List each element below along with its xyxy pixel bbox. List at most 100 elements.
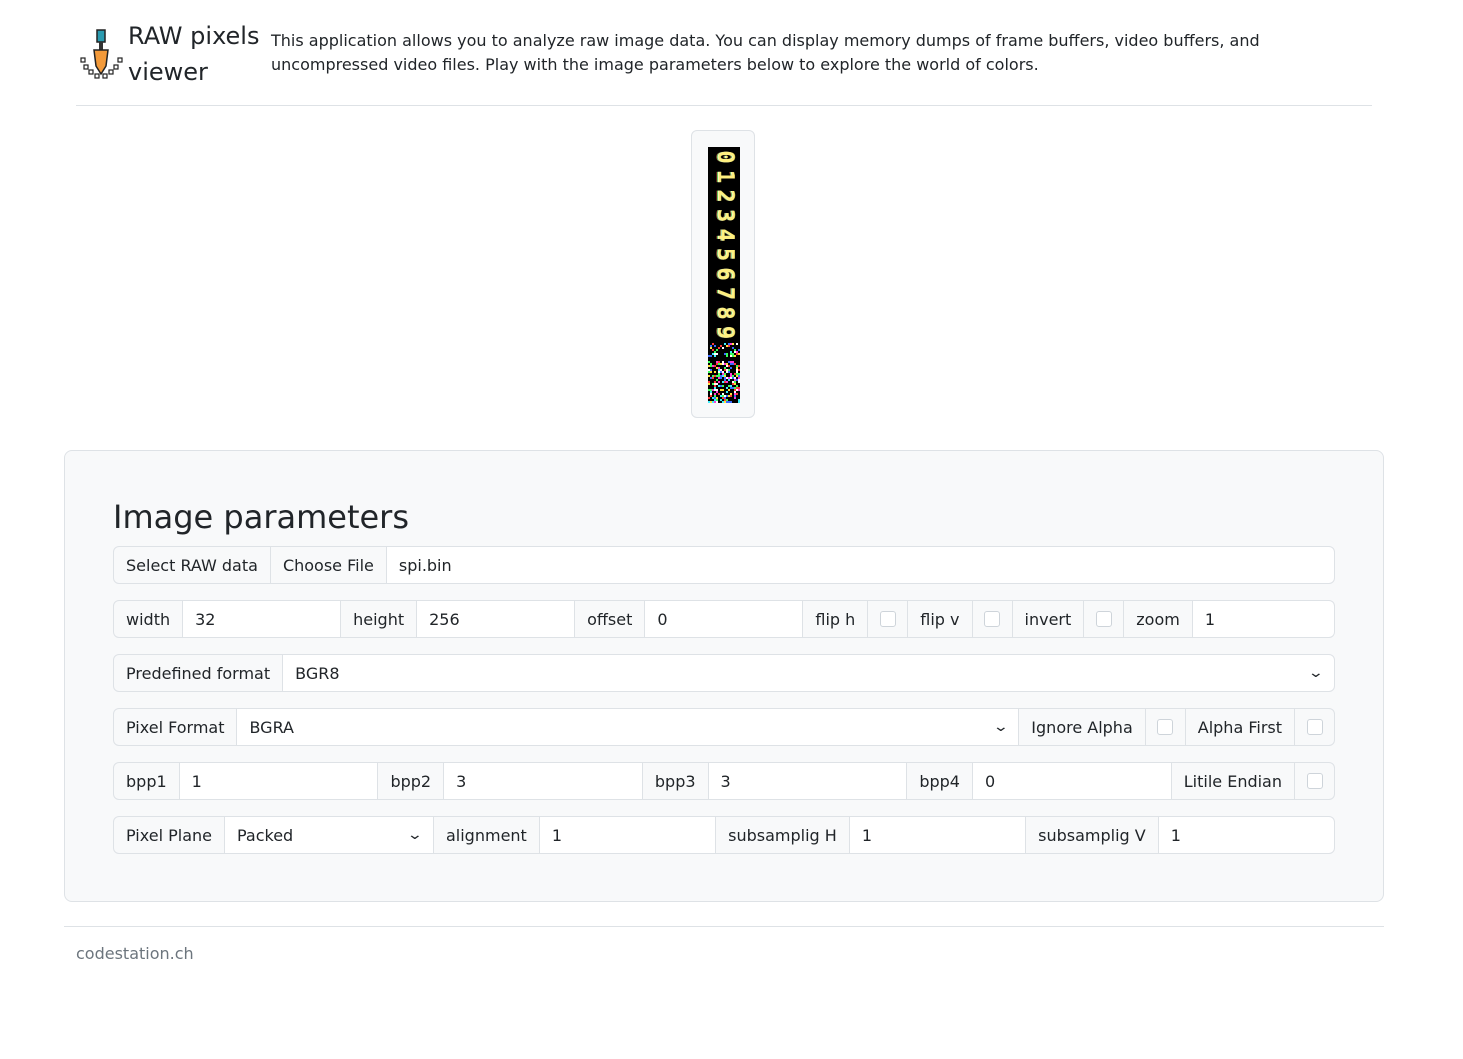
preview-noise-pixel — [738, 379, 740, 381]
preview-noise-pixel — [710, 369, 712, 371]
preview-noise-pixel — [730, 353, 732, 355]
width-label: width — [113, 600, 184, 638]
preview-noise-pixel — [734, 389, 736, 391]
pixel-plane-select[interactable]: Packed ⌄ — [223, 816, 434, 854]
alpha-first-label: Alpha First — [1184, 708, 1295, 746]
preview-noise-pixel — [732, 361, 734, 363]
page-footer: codestation.ch — [64, 926, 1384, 963]
preview-noise-pixel — [724, 369, 726, 371]
preview-noise-pixel — [718, 361, 720, 363]
preview-noise-pixel — [726, 377, 728, 379]
preview-noise-pixel — [710, 391, 712, 393]
preview-noise-pixel — [718, 381, 720, 383]
bpp1-input[interactable]: 1 — [178, 762, 379, 800]
bpp3-input[interactable]: 3 — [707, 762, 908, 800]
preview-noise-pixel — [716, 391, 718, 393]
preview-noise-pixel — [716, 399, 718, 401]
little-endian-checkbox[interactable] — [1294, 762, 1335, 800]
preview-noise-pixel — [720, 345, 722, 347]
bpp-group: bpp1 1 bpp2 3 bpp3 3 bpp4 0 Litile Endia… — [113, 762, 1335, 800]
preview-noise-pixel — [718, 363, 720, 365]
preview-noise-pixel — [716, 401, 718, 403]
preview-noise-pixel — [736, 389, 738, 391]
preview-noise-pixel — [714, 399, 716, 401]
preview-noise-pixel — [714, 353, 716, 355]
preview-digit: 2 — [713, 189, 738, 202]
preview-noise-pixel — [728, 345, 730, 347]
preview-noise-pixel — [732, 343, 734, 345]
pixel-plane-group: Pixel Plane Packed ⌄ alignment 1 subsamp… — [113, 816, 1335, 854]
file-select-group: Select RAW data Choose File spi.bin — [113, 546, 1335, 584]
preview-noise-pixel — [720, 399, 722, 401]
predefined-format-select[interactable]: BGR8 ⌄ — [282, 654, 1335, 692]
preview-noise-pixel — [718, 385, 720, 387]
preview-noise-pixel — [734, 383, 736, 385]
preview-noise-pixel — [736, 397, 738, 399]
footer-link[interactable]: codestation.ch — [76, 944, 194, 963]
preview-noise-pixel — [712, 351, 714, 353]
preview-noise-pixel — [710, 345, 712, 347]
preview-noise-pixel — [712, 375, 714, 377]
bpp4-input[interactable]: 0 — [971, 762, 1172, 800]
preview-noise-pixel — [716, 375, 718, 377]
flip-h-checkbox[interactable] — [867, 600, 909, 638]
pixel-format-select[interactable]: BGRA ⌄ — [236, 708, 1020, 746]
preview-noise-pixel — [726, 399, 728, 401]
preview-noise-pixel — [722, 361, 724, 363]
zoom-input[interactable]: 1 — [1191, 600, 1335, 638]
preview-digit: 4 — [713, 228, 738, 241]
bpp4-label: bpp4 — [906, 762, 973, 800]
preview-noise-pixel — [716, 397, 718, 399]
offset-label: offset — [574, 600, 646, 638]
width-input[interactable]: 32 — [182, 600, 342, 638]
preview-noise-pixel — [730, 351, 732, 353]
preview-noise-pixel — [726, 355, 728, 357]
bpp2-input[interactable]: 3 — [443, 762, 643, 800]
alignment-input[interactable]: 1 — [538, 816, 717, 854]
preview-noise-pixel — [738, 375, 740, 377]
subsampling-h-input[interactable]: 1 — [848, 816, 1027, 854]
preview-noise-pixel — [712, 349, 714, 351]
preview-digit: 3 — [713, 209, 738, 222]
preview-noise-pixel — [734, 379, 736, 381]
preview-noise-pixel — [714, 375, 716, 377]
preview-noise-pixel — [712, 389, 714, 391]
preview-noise-pixel — [730, 363, 732, 365]
alpha-first-checkbox[interactable] — [1294, 708, 1335, 746]
preview-noise-pixel — [720, 375, 722, 377]
preview-noise-pixel — [724, 381, 726, 383]
subsampling-h-label: subsamplig H — [715, 816, 850, 854]
preview-noise-pixel — [730, 395, 732, 397]
preview-noise-pixel — [726, 363, 728, 365]
preview-noise-pixel — [722, 395, 724, 397]
selected-filename[interactable]: spi.bin — [385, 546, 1335, 584]
preview-noise-pixel — [738, 389, 740, 391]
pixel-plane-label: Pixel Plane — [113, 816, 225, 854]
preview-noise-pixel — [710, 401, 712, 403]
preview-noise-pixel — [710, 371, 712, 373]
preview-noise-pixel — [724, 401, 726, 403]
offset-input[interactable]: 0 — [644, 600, 804, 638]
preview-noise-pixel — [708, 397, 710, 399]
preview-noise-pixel — [726, 365, 728, 367]
height-input[interactable]: 256 — [416, 600, 576, 638]
preview-noise-pixel — [738, 345, 740, 347]
choose-file-button[interactable]: Choose File — [269, 546, 387, 584]
invert-checkbox[interactable] — [1083, 600, 1125, 638]
preview-noise-pixel — [738, 401, 740, 403]
preview-noise-pixel — [708, 381, 710, 383]
preview-noise-pixel — [728, 343, 730, 345]
preview-noise-pixel — [734, 393, 736, 395]
preview-noise-pixel — [722, 373, 724, 375]
subsampling-v-input[interactable]: 1 — [1157, 816, 1335, 854]
preview-noise-pixel — [720, 363, 722, 365]
flip-v-checkbox[interactable] — [971, 600, 1013, 638]
ignore-alpha-checkbox[interactable] — [1144, 708, 1186, 746]
preview-noise-pixel — [730, 361, 732, 363]
preview-noise-pixel — [716, 395, 718, 397]
preview-noise-pixel — [714, 351, 716, 353]
preview-noise-pixel — [724, 363, 726, 365]
predefined-format-label: Predefined format — [113, 654, 284, 692]
preview-noise-pixel — [730, 385, 732, 387]
preview-noise-pixel — [730, 393, 732, 395]
